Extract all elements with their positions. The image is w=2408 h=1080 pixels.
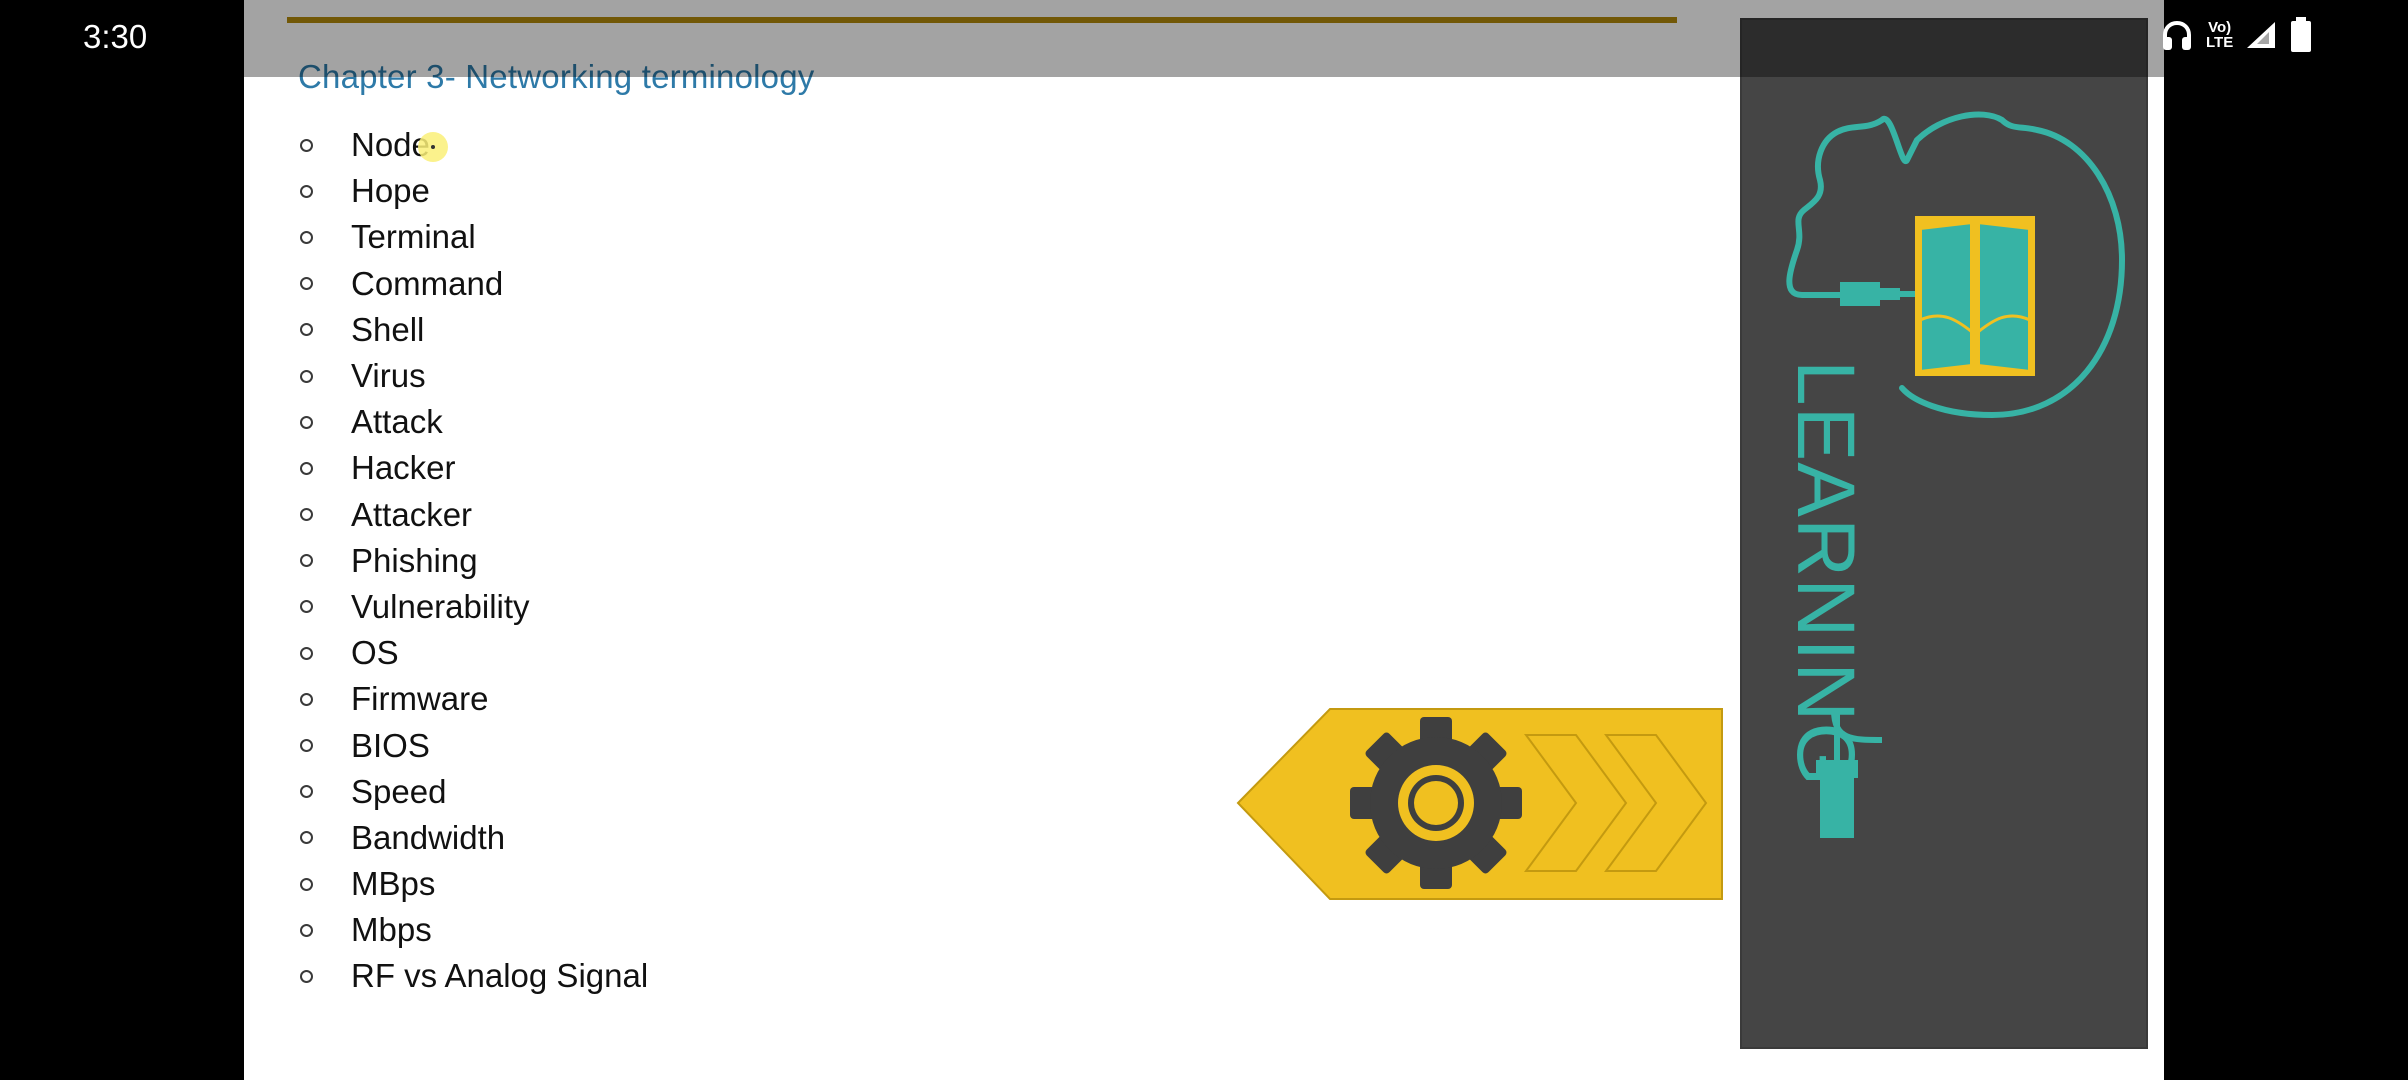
learning-illustration: LEARNING xyxy=(1780,111,2125,838)
bullet-icon xyxy=(300,785,313,799)
list-item: Vulnerability xyxy=(298,584,648,630)
bullet-icon xyxy=(300,692,313,706)
list-item: Terminal xyxy=(298,214,648,260)
status-bar-overlay xyxy=(244,0,2164,77)
learning-graphic-panel: LEARNING xyxy=(1740,18,2148,1049)
bullet-icon xyxy=(300,969,313,983)
volte-lte-icon: Vo) LTE xyxy=(2206,20,2233,50)
list-item: Hope xyxy=(298,168,648,214)
bullet-icon xyxy=(300,415,313,429)
learning-word: LEARNING xyxy=(1780,360,1871,787)
term-list: Node Hope Terminal Command Shell Virus A… xyxy=(298,122,648,1000)
list-item: Mbps xyxy=(298,907,648,953)
bullet-icon xyxy=(300,138,313,152)
bullet-icon xyxy=(300,877,313,891)
presentation-slide: Chapter 3- Networking terminology Node H… xyxy=(244,0,2164,1080)
signal-icon xyxy=(2247,22,2276,48)
list-item: MBps xyxy=(298,861,648,907)
list-item: Phishing xyxy=(298,538,648,584)
bullet-icon xyxy=(300,323,313,337)
book-icon xyxy=(1915,216,2035,376)
bullet-icon xyxy=(300,739,313,753)
list-item: Attack xyxy=(298,399,648,445)
term-label: Vulnerability xyxy=(351,587,530,625)
status-time: 3:30 xyxy=(83,18,148,55)
battery-icon xyxy=(2291,17,2312,52)
term-label: BIOS xyxy=(351,726,430,764)
bullet-icon xyxy=(300,184,313,198)
term-label: Bandwidth xyxy=(351,818,506,856)
status-icons: Vo) LTE xyxy=(2160,16,2313,54)
usb-plug-icon xyxy=(1820,778,1854,838)
gear-icon xyxy=(1350,717,1522,889)
bullet-icon xyxy=(300,461,313,475)
volte-label: Vo) xyxy=(2208,19,2232,36)
term-label: MBps xyxy=(351,865,436,903)
list-item: Firmware xyxy=(298,676,648,722)
term-label: RF vs Analog Signal xyxy=(351,957,649,995)
list-item: Bandwidth xyxy=(298,815,648,861)
term-label: Terminal xyxy=(351,218,476,256)
list-item: Hacker xyxy=(298,445,648,491)
bullet-icon xyxy=(300,369,313,383)
list-item: OS xyxy=(298,630,648,676)
term-label: Hope xyxy=(351,172,430,210)
list-item: Speed xyxy=(298,769,648,815)
term-label: Attack xyxy=(351,403,443,441)
term-label: Speed xyxy=(351,772,447,810)
term-label: Firmware xyxy=(351,680,489,718)
bullet-icon xyxy=(300,554,313,568)
term-label: Attacker xyxy=(351,495,473,533)
term-label: Shell xyxy=(351,310,425,348)
term-label: Command xyxy=(351,264,504,302)
gear-arrow-graphic xyxy=(1236,708,1723,900)
bullet-icon xyxy=(300,277,313,291)
term-label: OS xyxy=(351,634,399,672)
headphones-icon xyxy=(2163,20,2191,50)
laser-pointer-icon xyxy=(418,132,448,162)
bullet-icon xyxy=(300,508,313,522)
term-label: Virus xyxy=(351,357,426,395)
list-item: Node xyxy=(298,122,648,168)
list-item: RF vs Analog Signal xyxy=(298,953,648,999)
term-label: Mbps xyxy=(351,911,432,949)
term-label: Hacker xyxy=(351,449,456,487)
list-item: Virus xyxy=(298,353,648,399)
bullet-icon xyxy=(300,831,313,845)
list-item: Command xyxy=(298,261,648,307)
bullet-icon xyxy=(300,230,313,244)
list-item: BIOS xyxy=(298,722,648,768)
term-label: Phishing xyxy=(351,541,478,579)
list-item: Attacker xyxy=(298,492,648,538)
bullet-icon xyxy=(300,923,313,937)
list-item: Shell xyxy=(298,307,648,353)
lte-label: LTE xyxy=(2206,34,2234,51)
bullet-icon xyxy=(300,646,313,660)
bullet-icon xyxy=(300,600,313,614)
